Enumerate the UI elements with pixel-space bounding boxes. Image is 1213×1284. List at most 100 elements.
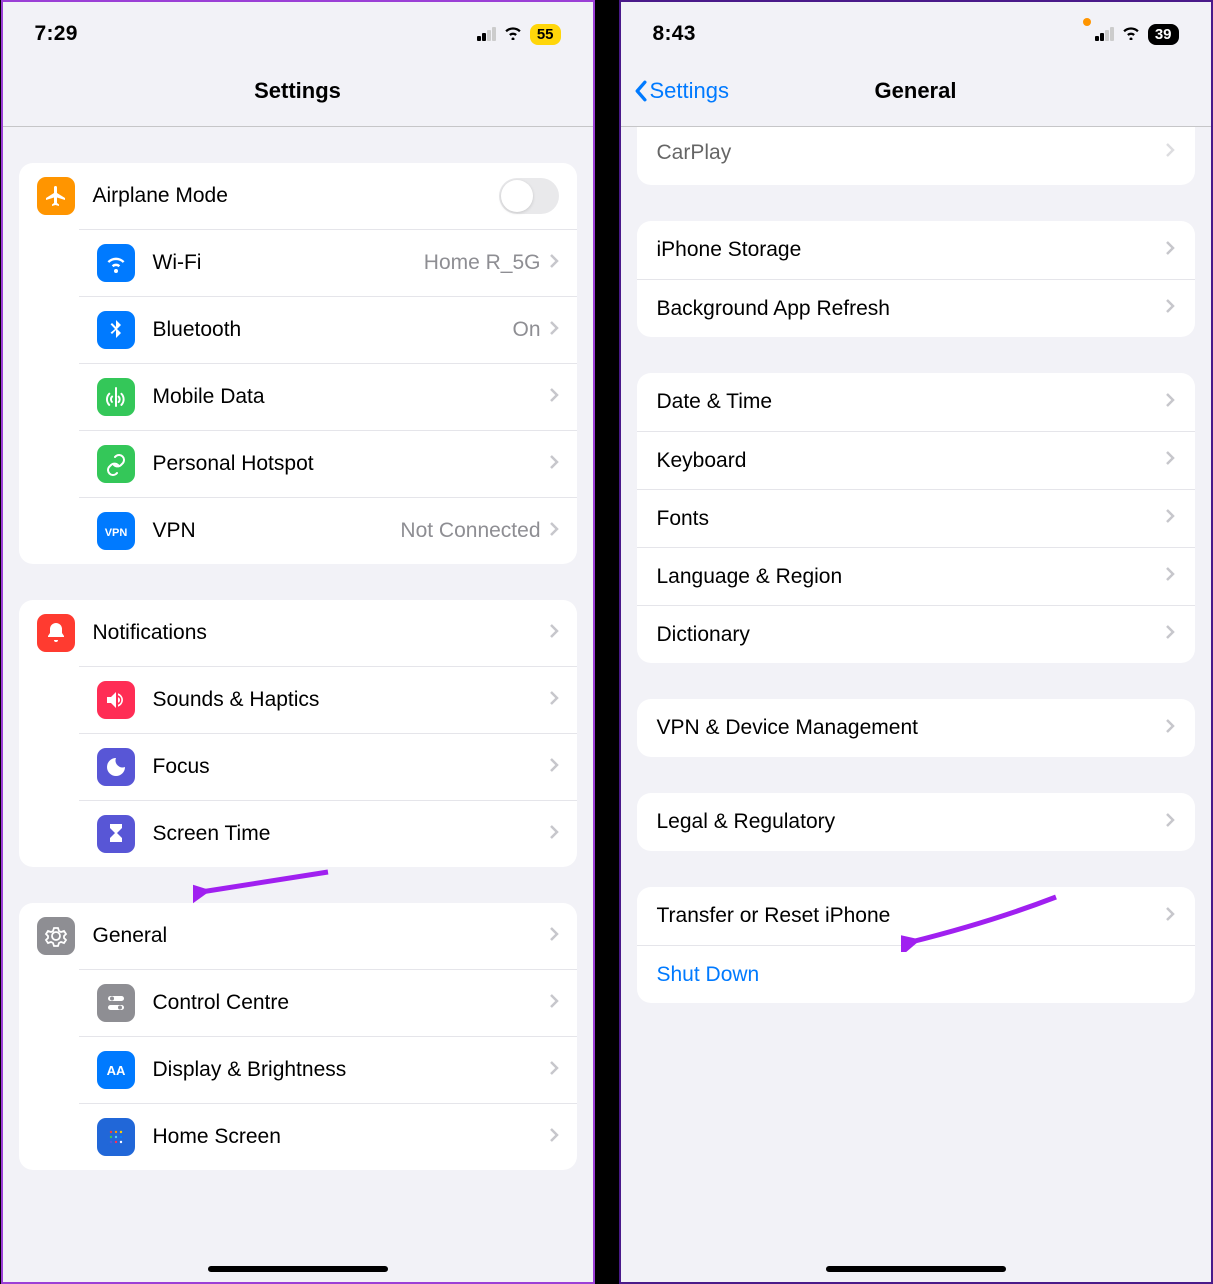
toggle-switch[interactable] — [499, 178, 559, 214]
chevron-right-icon — [1165, 566, 1175, 587]
row-vpn[interactable]: VPNVPNNot Connected — [79, 497, 577, 564]
chevron-right-icon — [1165, 298, 1175, 319]
row-home-screen[interactable]: Home Screen — [79, 1103, 577, 1170]
row-sounds-haptics[interactable]: Sounds & Haptics — [79, 666, 577, 733]
cellular-signal-icon — [477, 27, 496, 41]
row-label: Language & Region — [657, 565, 1165, 589]
general-group-legal: Legal & Regulatory — [637, 793, 1195, 851]
chevron-right-icon — [1165, 906, 1175, 927]
row-control-centre[interactable]: Control Centre — [79, 969, 577, 1036]
settings-group-system: NotificationsSounds & HapticsFocus Screen… — [19, 600, 577, 867]
row-screen-time[interactable]: Screen Time — [79, 800, 577, 867]
aa-icon: AA — [97, 1051, 135, 1089]
chevron-right-icon — [1165, 812, 1175, 833]
row-label: Fonts — [657, 507, 1165, 531]
chevron-right-icon — [549, 926, 559, 947]
chevron-right-icon — [549, 623, 559, 644]
nav-bar: Settings — [3, 60, 593, 127]
chevron-right-icon — [1165, 624, 1175, 645]
chevron-right-icon — [1165, 450, 1175, 471]
row-focus[interactable]: Focus — [79, 733, 577, 800]
row-display-brightness[interactable]: AA Display & Brightness — [79, 1036, 577, 1103]
row-label: CarPlay — [657, 141, 1165, 165]
gear-icon — [37, 917, 75, 955]
row-language-region[interactable]: Language & Region — [637, 547, 1195, 605]
row-label: Display & Brightness — [153, 1058, 549, 1082]
chevron-right-icon — [1165, 718, 1175, 739]
general-group-carplay: CarPlay — [637, 127, 1195, 185]
chevron-right-icon — [549, 757, 559, 778]
row-label: Legal & Regulatory — [657, 810, 1165, 834]
page-title: Settings — [3, 78, 593, 104]
row-detail: Home R_5G — [424, 251, 541, 275]
row-label: Dictionary — [657, 623, 1165, 647]
svg-text:AA: AA — [106, 1063, 125, 1078]
chevron-right-icon — [549, 1060, 559, 1081]
battery-indicator: 55 — [530, 24, 561, 45]
airplane-icon — [37, 177, 75, 215]
chevron-right-icon — [549, 521, 559, 542]
row-personal-hotspot[interactable]: Personal Hotspot — [79, 430, 577, 497]
general-group-reset: Transfer or Reset iPhone Shut Down — [637, 887, 1195, 1003]
row-label: Control Centre — [153, 991, 549, 1015]
chevron-right-icon — [549, 387, 559, 408]
phone-general-settings: 8:43 39 Settings General CarPlay iPhone … — [619, 0, 1213, 1284]
row-label: General — [93, 924, 549, 948]
annotation-arrow-general — [193, 864, 333, 904]
home-indicator[interactable] — [208, 1266, 388, 1272]
chevron-right-icon — [1165, 240, 1175, 261]
row-mobile-data[interactable]: Mobile Data — [79, 363, 577, 430]
status-time: 8:43 — [653, 22, 696, 46]
chevron-right-icon — [549, 253, 559, 274]
row-label: Personal Hotspot — [153, 452, 549, 476]
wifi-icon — [97, 244, 135, 282]
chevron-right-icon — [549, 690, 559, 711]
nav-bar: Settings General — [621, 60, 1211, 127]
general-group-vpn: VPN & Device Management — [637, 699, 1195, 757]
chevron-right-icon — [549, 320, 559, 341]
row-fonts[interactable]: Fonts — [637, 489, 1195, 547]
row-label: Bluetooth — [153, 318, 513, 342]
row-detail: On — [512, 318, 540, 342]
row-label: Mobile Data — [153, 385, 549, 409]
row-detail: Not Connected — [400, 519, 540, 543]
moon-icon — [97, 748, 135, 786]
back-button[interactable]: Settings — [633, 78, 730, 104]
row-dictionary[interactable]: Dictionary — [637, 605, 1195, 663]
row-shut-down[interactable]: Shut Down — [637, 945, 1195, 1003]
row-carplay[interactable]: CarPlay — [637, 127, 1195, 185]
battery-indicator: 39 — [1148, 24, 1179, 45]
bell-icon — [37, 614, 75, 652]
status-time: 7:29 — [35, 22, 78, 46]
row-notifications[interactable]: Notifications — [19, 600, 577, 666]
row-label: Screen Time — [153, 822, 549, 846]
row-airplane-mode[interactable]: Airplane Mode — [19, 163, 577, 229]
row-background-app-refresh[interactable]: Background App Refresh — [637, 279, 1195, 337]
chevron-right-icon — [549, 454, 559, 475]
row-bluetooth[interactable]: BluetoothOn — [79, 296, 577, 363]
back-label: Settings — [650, 78, 730, 104]
row-wifi[interactable]: Wi-FiHome R_5G — [79, 229, 577, 296]
row-legal-regulatory[interactable]: Legal & Regulatory — [637, 793, 1195, 851]
row-label: iPhone Storage — [657, 238, 1165, 262]
general-group-locale: Date & Time Keyboard Fonts Language & Regio… — [637, 373, 1195, 663]
chevron-right-icon — [1165, 392, 1175, 413]
status-bar: 8:43 39 — [621, 2, 1211, 60]
speaker-icon — [97, 681, 135, 719]
antenna-icon — [97, 378, 135, 416]
row-general[interactable]: General — [19, 903, 577, 969]
row-label: Date & Time — [657, 390, 1165, 414]
status-icons: 55 — [477, 24, 560, 45]
row-vpn-device-management[interactable]: VPN & Device Management — [637, 699, 1195, 757]
row-iphone-storage[interactable]: iPhone Storage — [637, 221, 1195, 279]
row-label: Home Screen — [153, 1125, 549, 1149]
chevron-right-icon — [1165, 142, 1175, 163]
home-indicator[interactable] — [826, 1266, 1006, 1272]
row-keyboard[interactable]: Keyboard — [637, 431, 1195, 489]
status-bar: 7:29 55 — [3, 2, 593, 60]
row-transfer-reset[interactable]: Transfer or Reset iPhone — [637, 887, 1195, 945]
row-label: Transfer or Reset iPhone — [657, 904, 1165, 928]
sliders-icon — [97, 984, 135, 1022]
vpn-icon: VPN — [97, 512, 135, 550]
row-date-time[interactable]: Date & Time — [637, 373, 1195, 431]
